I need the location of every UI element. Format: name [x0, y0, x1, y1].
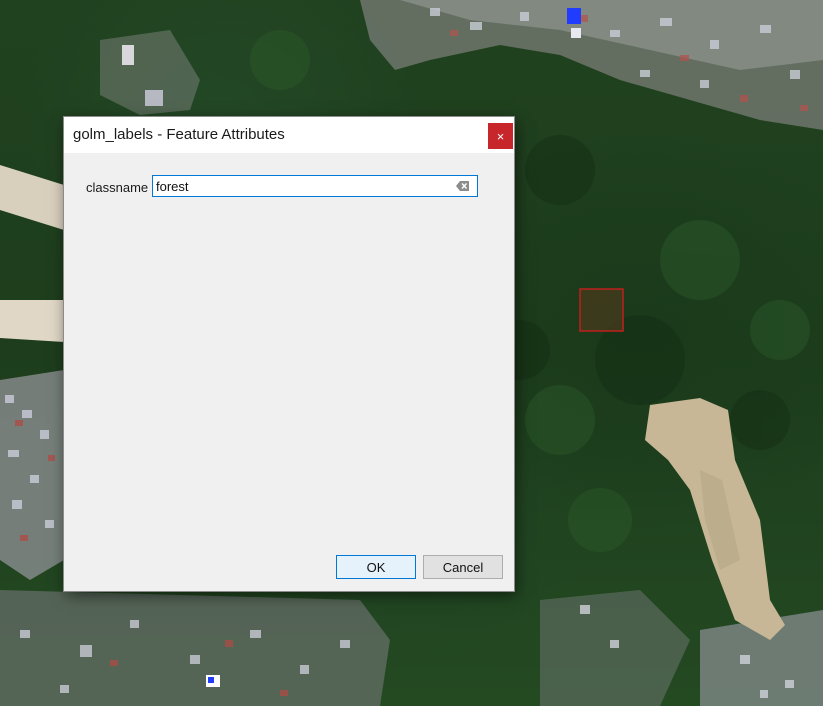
dialog-title: golm_labels - Feature Attributes	[73, 126, 285, 143]
clear-text-icon[interactable]	[456, 180, 470, 192]
feature-attributes-dialog: golm_labels - Feature Attributes × class…	[64, 117, 514, 591]
close-icon: ×	[496, 128, 505, 144]
classname-label: classname	[86, 180, 149, 195]
ok-button[interactable]: OK	[336, 555, 416, 579]
cancel-button[interactable]: Cancel	[423, 555, 503, 579]
dialog-titlebar[interactable]: golm_labels - Feature Attributes ×	[64, 117, 514, 153]
feature-polygon	[579, 288, 624, 332]
close-button[interactable]: ×	[488, 123, 513, 149]
classname-input[interactable]	[152, 175, 478, 197]
